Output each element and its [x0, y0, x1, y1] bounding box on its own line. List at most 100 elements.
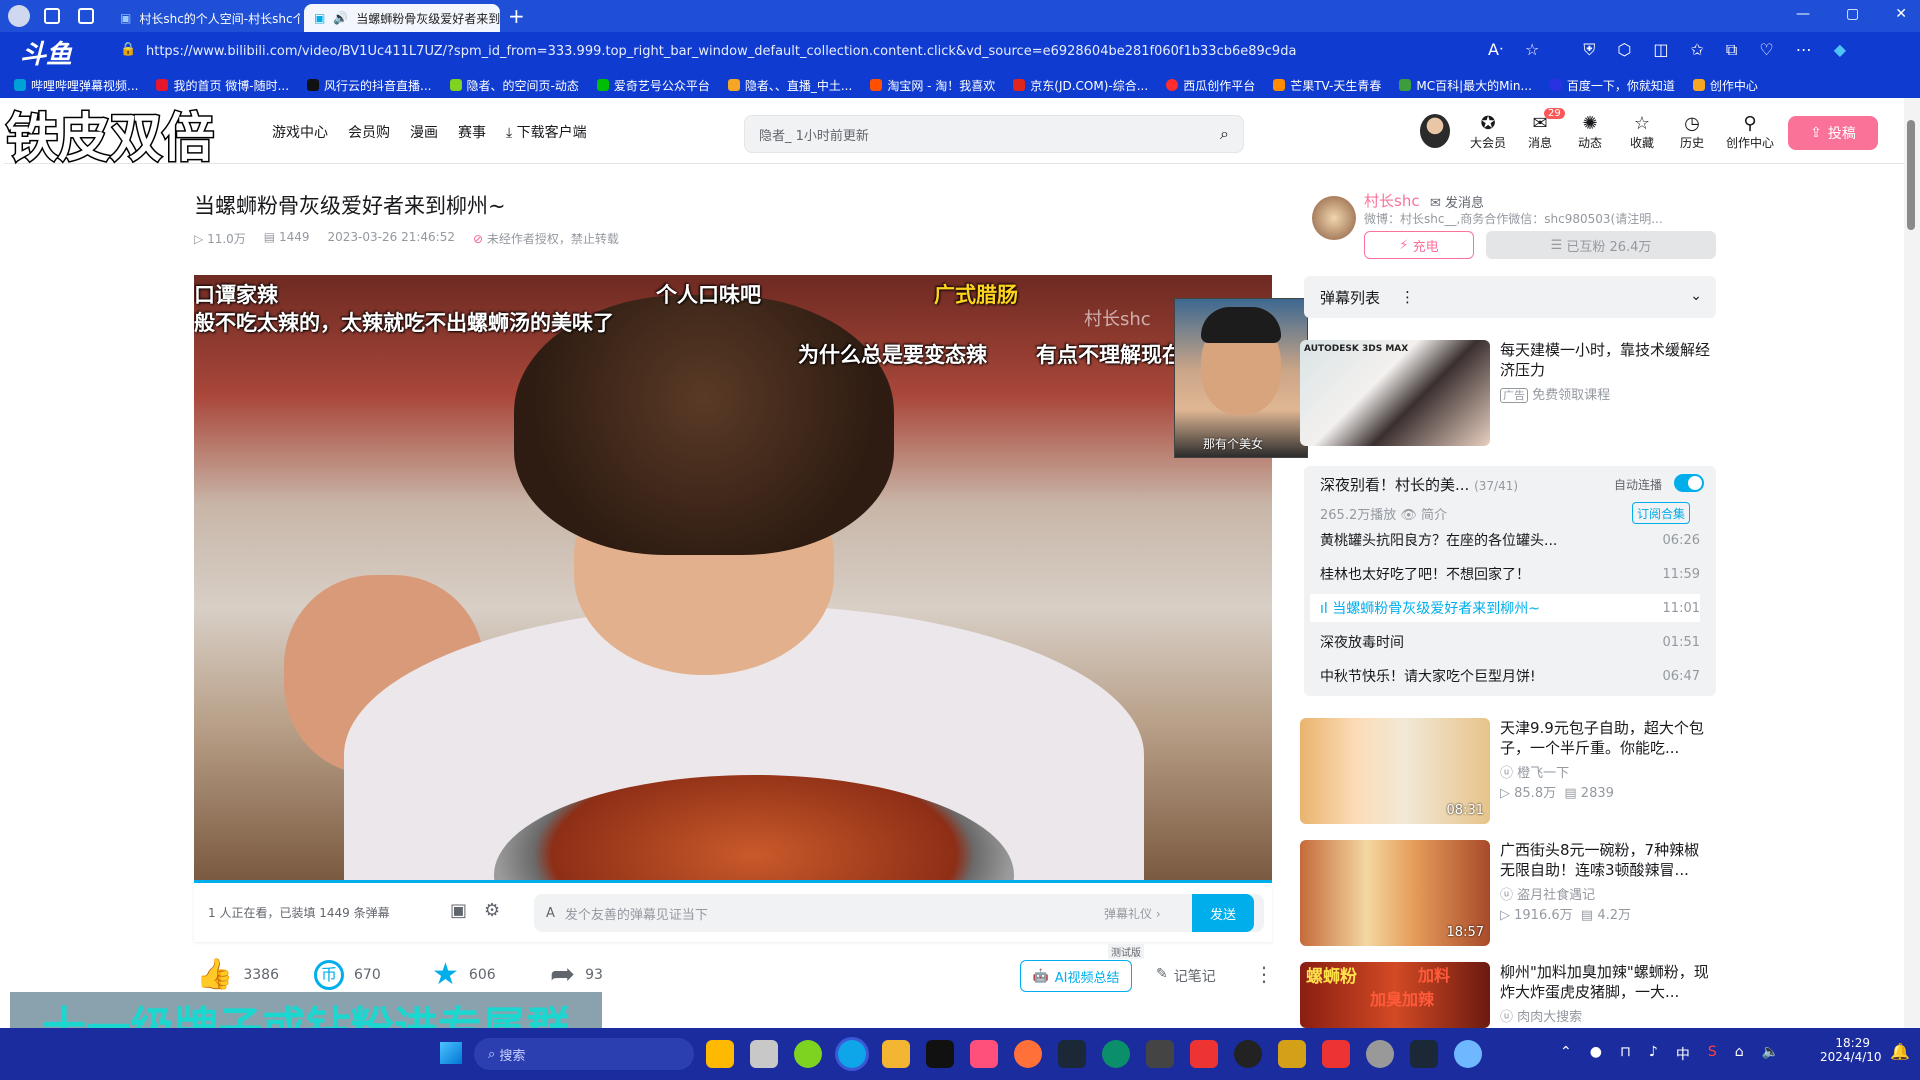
steam-icon[interactable]: [1410, 1040, 1438, 1068]
recommend-title[interactable]: 广西街头8元一碗粉，7种辣椒无限自助！连嗦3顿酸辣冒...: [1500, 840, 1714, 880]
profile-avatar[interactable]: [8, 5, 30, 27]
minimize-button[interactable]: —: [1796, 6, 1810, 22]
nav-manga[interactable]: 漫画: [410, 122, 438, 142]
app-icon[interactable]: [1278, 1040, 1306, 1068]
chevron-up-icon[interactable]: ⌃: [1560, 1044, 1572, 1064]
send-message-link[interactable]: ✉ 发消息: [1430, 192, 1484, 211]
recommend-thumbnail[interactable]: 螺蛳粉 加料 加臭加辣: [1300, 962, 1490, 1028]
collection-episode[interactable]: 深夜放毒时间 01:51: [1320, 628, 1700, 656]
app-icon[interactable]: [794, 1040, 822, 1068]
bookmark[interactable]: 西瓜创作平台: [1166, 77, 1255, 94]
danmaku-input[interactable]: A 发个友善的弹幕见证当下 弹幕礼仪 ›: [534, 894, 1264, 932]
recommend-thumbnail[interactable]: 08:31: [1300, 718, 1490, 824]
tab-video[interactable]: ▣ 🔊 当螺蛳粉骨灰级爱好者来到... ✕: [304, 4, 500, 32]
copilot-icon[interactable]: ◆: [1834, 40, 1846, 60]
new-tab-button[interactable]: +: [508, 4, 525, 28]
danmaku-etiquette-link[interactable]: 弹幕礼仪 ›: [1104, 905, 1161, 922]
danmaku-list-panel[interactable]: 弹幕列表 ⋮ ⌄: [1304, 276, 1716, 318]
bookmark[interactable]: 百度一下，你就知道: [1549, 77, 1675, 94]
favorites-icon[interactable]: ✩: [1691, 40, 1704, 60]
header-vip[interactable]: ✪ 大会员: [1466, 114, 1510, 151]
header-history[interactable]: ◷ 历史: [1670, 114, 1714, 151]
bookmark[interactable]: 爱奇艺号公众平台: [596, 77, 710, 94]
nav-game-center[interactable]: 游戏中心: [272, 122, 328, 142]
bookmark[interactable]: 隐者、的空间页-动态: [449, 77, 579, 94]
ime-indicator[interactable]: 中: [1676, 1044, 1690, 1064]
audio-playing-icon[interactable]: 🔊: [333, 11, 348, 25]
app-icon[interactable]: [1102, 1040, 1130, 1068]
notification-bell-icon[interactable]: 🔔: [1890, 1042, 1910, 1061]
like-button[interactable]: 👍 3386: [196, 960, 279, 990]
network-icon[interactable]: ⌂: [1735, 1044, 1744, 1064]
app-icon[interactable]: [750, 1040, 778, 1068]
ad-title[interactable]: 每天建模一小时，靠技术缓解经济压力: [1500, 340, 1714, 380]
bookmark[interactable]: 京东(JD.COM)-综合...: [1013, 77, 1148, 94]
app-icon[interactable]: [1146, 1040, 1174, 1068]
performance-icon[interactable]: ♡: [1759, 40, 1773, 60]
share-button[interactable]: ➦ 93: [550, 960, 603, 990]
firefox-icon[interactable]: [1014, 1040, 1042, 1068]
app-icon[interactable]: [1322, 1040, 1350, 1068]
extensions-icon[interactable]: ⬡: [1617, 40, 1631, 60]
bookmark[interactable]: 风行云的抖音直播...: [307, 77, 432, 94]
url-field[interactable]: 🔒 https://www.bilibili.com/video/BV1Uc41…: [110, 36, 1560, 66]
video-player[interactable]: 口谭家辣 个人口味吧 广式腊肠 般不吃太辣的，太辣就吃不出螺蛳汤的美味了 为什么…: [194, 275, 1272, 880]
app-icon[interactable]: [1454, 1040, 1482, 1068]
ad-thumbnail[interactable]: AUTODESK 3DS MAX: [1300, 340, 1490, 446]
usb-icon[interactable]: ⊓: [1620, 1044, 1631, 1064]
coin-button[interactable]: 币 670: [314, 960, 381, 990]
collection-episode[interactable]: 中秋节快乐！请大家吃个巨型月饼! 06:47: [1320, 662, 1700, 690]
split-screen-icon[interactable]: ◫: [1653, 40, 1668, 60]
recommend-uploader[interactable]: ⓤ 橙飞一下: [1500, 762, 1569, 781]
recommend-uploader[interactable]: ⓤ 肉肉大搜索: [1500, 1006, 1582, 1025]
tray-app-icon[interactable]: S: [1708, 1044, 1717, 1064]
collection-episode[interactable]: 桂林也太好吃了吧！不想回家了！ 11:59: [1320, 560, 1700, 588]
recommend-title[interactable]: 柳州"加料加臭加辣"螺蛳粉，现炸大炸蛋虎皮猪脚，一大...: [1500, 962, 1714, 1002]
collection-title[interactable]: 深夜别看！村长的美... (37/41): [1320, 474, 1518, 495]
app-icon[interactable]: [970, 1040, 998, 1068]
header-creator-center[interactable]: ⚲ 创作中心: [1722, 114, 1778, 151]
taskbar-search[interactable]: ⌕ 搜索: [474, 1038, 694, 1070]
tray-app-icon[interactable]: ●: [1590, 1044, 1602, 1064]
tab-user-space[interactable]: ▣ 村长shc的个人空间-村长shc个人... ✕: [110, 4, 300, 32]
capcut-icon[interactable]: [926, 1040, 954, 1068]
tab-actions-icon[interactable]: [78, 8, 94, 24]
danmaku-settings-icon[interactable]: ⚙: [484, 900, 500, 921]
restore-button[interactable]: ▢: [1846, 6, 1859, 22]
collections-icon[interactable]: ⧉: [1726, 40, 1737, 60]
volume-icon[interactable]: 🔈: [1762, 1044, 1779, 1064]
bookmark[interactable]: 哔哩哔哩弹幕视频...: [14, 77, 138, 94]
favorite-button[interactable]: ★ 606: [432, 960, 496, 990]
search-icon[interactable]: ⌕: [1220, 124, 1229, 144]
start-icon[interactable]: [440, 1042, 462, 1064]
clock[interactable]: 18:29 2024/4/10: [1820, 1036, 1882, 1064]
nav-esports[interactable]: 赛事: [458, 122, 486, 142]
nav-download-client[interactable]: ⤓ 下载客户端: [506, 122, 587, 142]
send-danmaku-button[interactable]: 发送: [1192, 894, 1254, 932]
chevron-down-icon[interactable]: ⌄: [1690, 288, 1702, 304]
steam-icon[interactable]: [1058, 1040, 1086, 1068]
uploader-avatar[interactable]: [1312, 196, 1356, 240]
uploader-name[interactable]: 村长shc: [1364, 190, 1420, 211]
subscribe-collection-button[interactable]: 订阅合集: [1632, 502, 1690, 524]
bookmark[interactable]: 隐者、、直播_中土...: [727, 77, 852, 94]
user-avatar[interactable]: [1420, 114, 1450, 148]
bookmark[interactable]: 创作中心: [1692, 77, 1758, 94]
header-dynamics[interactable]: ✺ 动态: [1568, 114, 1612, 151]
read-aloud-icon[interactable]: Aᐧ: [1488, 40, 1503, 60]
edge-icon[interactable]: [838, 1040, 866, 1068]
favorite-star-icon[interactable]: ☆: [1525, 40, 1539, 60]
more-menu-icon[interactable]: ⋯: [1796, 40, 1812, 60]
charge-button[interactable]: ⚡ 充电: [1364, 231, 1474, 259]
upload-button[interactable]: ⇪ 投稿: [1788, 116, 1878, 150]
close-window-button[interactable]: ✕: [1895, 6, 1907, 22]
follow-status-button[interactable]: ☰ 已互粉 26.4万: [1486, 231, 1716, 259]
recommend-title[interactable]: 天津9.9元包子自助，超大个包子，一个半斤重。你能吃...: [1500, 718, 1714, 758]
app-icon[interactable]: [1234, 1040, 1262, 1068]
danmaku-toggle-icon[interactable]: ▣: [450, 900, 467, 921]
workspaces-icon[interactable]: [44, 8, 60, 24]
recommend-thumbnail[interactable]: 18:57: [1300, 840, 1490, 946]
header-messages[interactable]: ✉ 消息 29: [1518, 108, 1565, 151]
bookmark[interactable]: 芒果TV-天生青春: [1273, 77, 1381, 94]
shield-icon[interactable]: ⛨: [1583, 40, 1595, 60]
